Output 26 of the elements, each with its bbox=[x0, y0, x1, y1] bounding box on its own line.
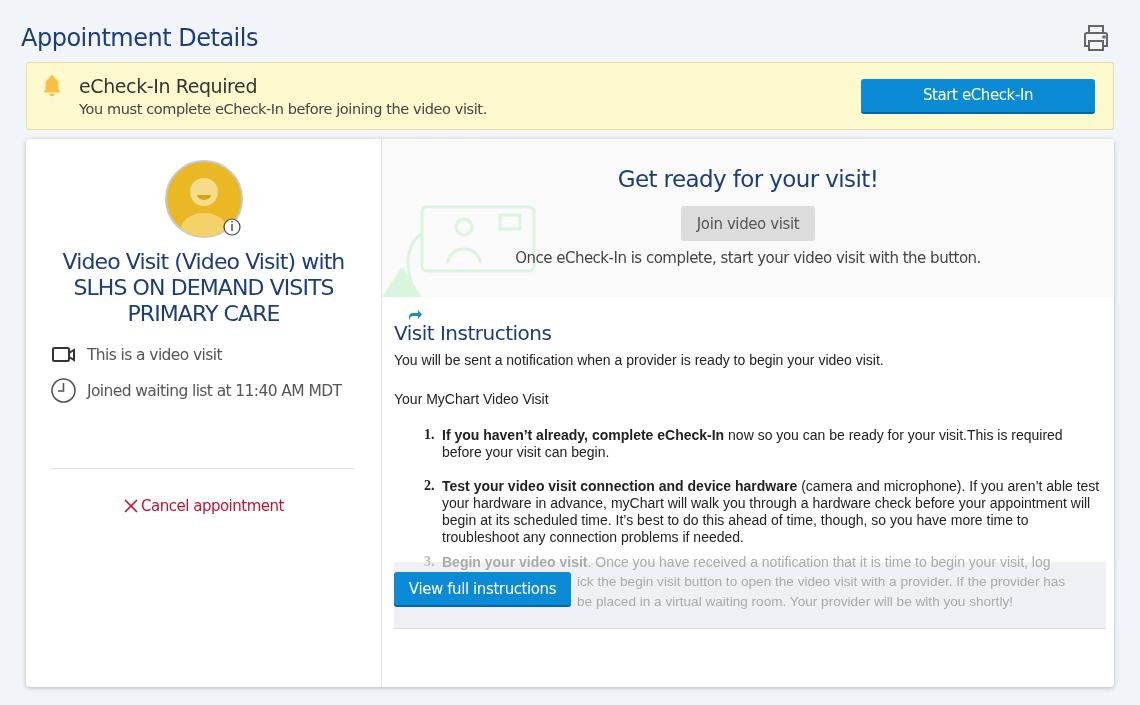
appointment-title: Video Visit (Video Visit) with SLHS ON DEMAND VISITS PRIMARY CARE bbox=[61, 249, 346, 327]
instructions-intro: You will be sent a notification when a provider is ready to begin your video visit. bbox=[394, 352, 885, 368]
view-full-instructions-button[interactable]: View full instructions bbox=[394, 572, 571, 607]
step-text: If you haven’t already, complete eCheck-In now so you can be ready for your visit.This is required before your visit can begin. bbox=[442, 427, 1064, 461]
avatar-icon bbox=[163, 159, 244, 239]
x-icon bbox=[123, 498, 140, 514]
faded-text: be placed in a virtual waiting room. Your provider will be with you shortly! bbox=[577, 593, 1014, 611]
share-arrow-icon bbox=[408, 309, 422, 321]
ready-note: Once eCheck-In is complete, start your video visit with the button. bbox=[515, 249, 981, 267]
start-echeckin-button[interactable]: Start eCheck-In bbox=[861, 78, 1095, 114]
step-number: 1. bbox=[424, 427, 436, 444]
instructions-subheading: Your MyChart Video Visit bbox=[394, 391, 550, 407]
instructions-heading: Visit Instructions bbox=[394, 321, 553, 345]
step-text: Test your video visit connection and device hardware (camera and microphone). If you aren’t able test your hardware in advance, myChart will walk you through a hardware check before your appointment will begin at its scheduled time. It’s best to do this ahead of time, though, so you have more time to troubleshoot any connection problems if needed. bbox=[442, 478, 1101, 546]
banner-message: You must complete eCheck-In before joining the video visit. bbox=[79, 101, 488, 117]
step-number: 2. bbox=[424, 478, 436, 495]
detail-text: This is a video visit bbox=[87, 345, 222, 364]
page-title: Appointment Details bbox=[21, 24, 258, 52]
step-number: 3. bbox=[424, 554, 436, 571]
banner-title: eCheck-In Required bbox=[79, 75, 259, 97]
cancel-appointment-link[interactable]: Cancel appointment bbox=[123, 497, 284, 515]
clock-icon bbox=[50, 377, 77, 404]
step-text: Begin your video visit. Once you have received a notification that it is time to begin your visit, log bbox=[442, 554, 1052, 571]
ready-heading: Get ready for your visit! bbox=[617, 166, 879, 192]
faded-text: ick the begin visit button to open the video visit with a provider. If the provider has bbox=[577, 573, 1066, 591]
detail-text: Joined waiting list at 11:40 AM MDT bbox=[87, 381, 342, 400]
